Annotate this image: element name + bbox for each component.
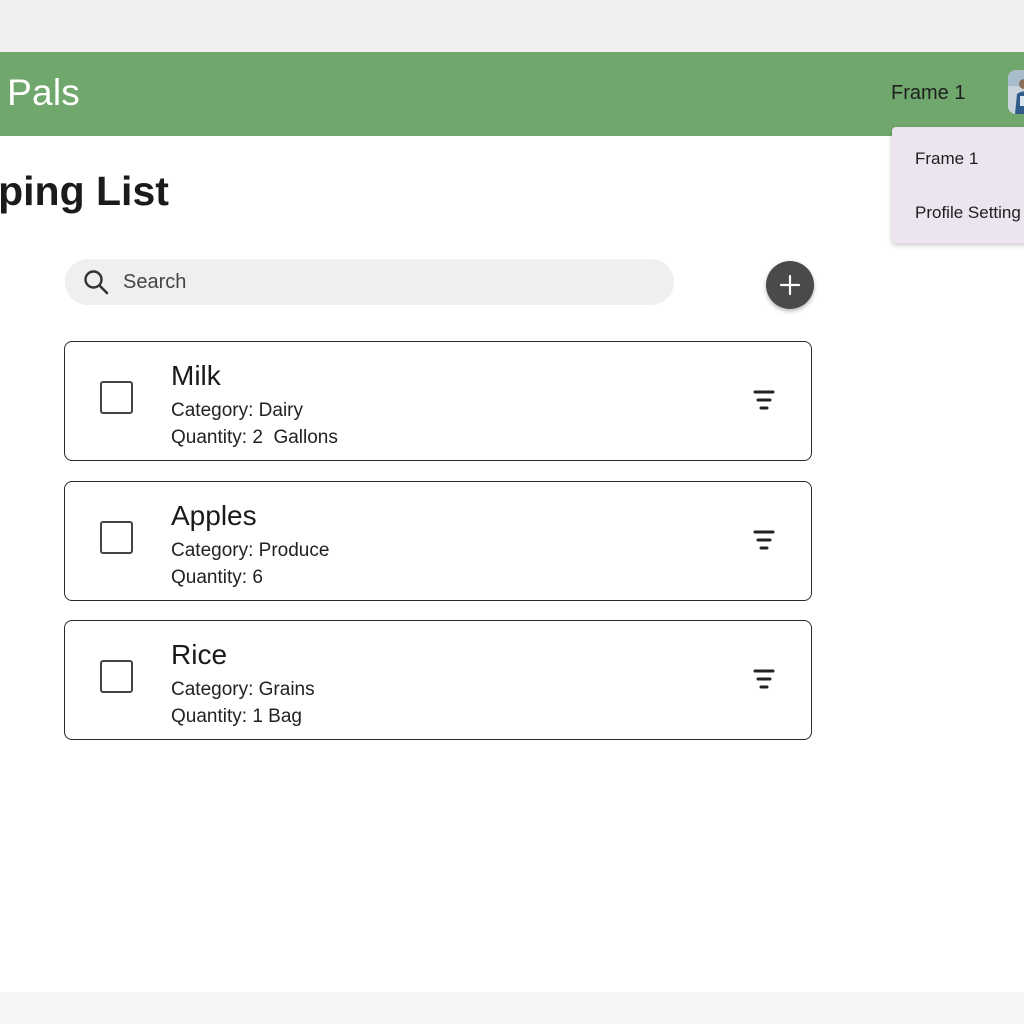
top-strip — [0, 0, 1024, 52]
shopping-item-apples[interactable]: Apples Category: Produce Quantity: 6 — [64, 481, 812, 601]
add-item-button[interactable] — [766, 261, 814, 309]
shopping-item-milk[interactable]: Milk Category: Dairy Quantity: 2 Gallons — [64, 341, 812, 461]
avatar-photo-icon — [1008, 70, 1024, 114]
filter-icon[interactable] — [753, 529, 775, 553]
frame-link[interactable]: Frame 1 — [891, 82, 965, 105]
menu-item-frame-1[interactable]: Frame 1 — [915, 149, 978, 169]
app-title: y Pals — [0, 72, 80, 113]
item-category: Category: Dairy — [171, 400, 303, 421]
item-quantity: Quantity: 2 Gallons — [171, 427, 338, 448]
search-bar[interactable] — [65, 259, 674, 305]
item-quantity: Quantity: 1 Bag — [171, 706, 302, 727]
item-category: Category: Grains — [171, 679, 315, 700]
app-bar — [0, 52, 1024, 136]
search-icon — [84, 270, 109, 295]
menu-item-profile-settings[interactable]: Profile Setting — [915, 203, 1021, 223]
filter-icon[interactable] — [753, 389, 775, 413]
shopping-item-rice[interactable]: Rice Category: Grains Quantity: 1 Bag — [64, 620, 812, 740]
item-checkbox[interactable] — [100, 521, 133, 554]
profile-dropdown-menu: Frame 1 Profile Setting — [892, 127, 1024, 243]
search-input[interactable] — [123, 259, 643, 305]
item-category: Category: Produce — [171, 540, 330, 561]
item-checkbox[interactable] — [100, 381, 133, 414]
item-checkbox[interactable] — [100, 660, 133, 693]
item-quantity: Quantity: 6 — [171, 567, 263, 588]
item-name: Rice — [171, 639, 228, 670]
page-title: opping List — [0, 168, 169, 214]
bottom-strip — [0, 992, 1024, 1024]
item-name: Apples — [171, 500, 257, 531]
app-window: y Pals Frame 1 Frame 1 Profile Setting o… — [0, 0, 1024, 1024]
item-name: Milk — [171, 360, 221, 391]
plus-icon — [779, 274, 801, 296]
user-avatar[interactable] — [1008, 70, 1024, 114]
filter-icon[interactable] — [753, 668, 775, 692]
